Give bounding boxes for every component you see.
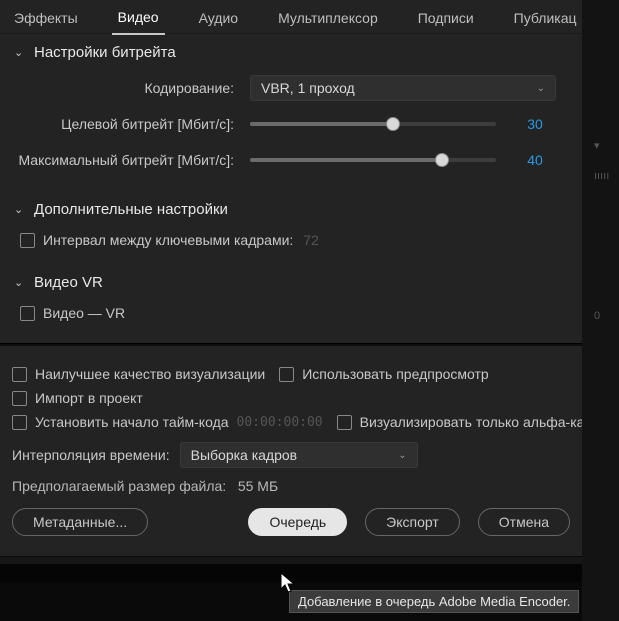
tab-effects[interactable]: Эффекты [8, 6, 84, 34]
timeline-marker: 0 [594, 310, 619, 323]
section-advanced-header[interactable]: ⌄ Дополнительные настройки [14, 201, 568, 218]
tab-bar: Эффекты Видео Аудио Мультиплексор Подпис… [0, 0, 582, 34]
export-options: Наилучшее качество визуализации Использо… [0, 346, 582, 556]
slider-thumb[interactable] [386, 117, 400, 131]
use-preview-checkbox[interactable] [279, 367, 294, 382]
use-preview-label[interactable]: Использовать предпросмотр [302, 366, 488, 382]
bottom-gap [0, 564, 582, 582]
estimated-size: Предполагаемый размер файла: 55 МБ [12, 478, 570, 494]
chevron-down-icon: ⌄ [537, 83, 545, 94]
keyframe-interval-label[interactable]: Интервал между ключевыми кадрами: [43, 232, 293, 248]
section-bitrate: ⌄ Настройки битрейта Кодирование: VBR, 1… [0, 34, 582, 191]
target-bitrate-slider[interactable] [250, 122, 496, 126]
section-vr-header[interactable]: ⌄ Видео VR [14, 274, 568, 291]
set-timecode-label[interactable]: Установить начало тайм-кода [35, 414, 229, 430]
section-advanced-title: Дополнительные настройки [34, 201, 228, 218]
footer-bar [0, 556, 582, 564]
timeline-strip: ▾ ııııı 0 [582, 0, 619, 621]
target-bitrate-value[interactable]: 30 [514, 116, 556, 132]
tab-audio[interactable]: Аудио [193, 6, 245, 34]
target-bitrate-label: Целевой битрейт [Мбит/с]: [14, 116, 250, 132]
encoding-value: VBR, 1 проход [261, 80, 355, 96]
timecode-value: 00:00:00:00 [237, 415, 323, 430]
cancel-button[interactable]: Отмена [478, 508, 570, 536]
encoding-select[interactable]: VBR, 1 проход ⌄ [250, 75, 556, 101]
export-button[interactable]: Экспорт [365, 508, 460, 536]
interpolation-value: Выборка кадров [191, 447, 298, 463]
chevron-down-icon: ⌄ [398, 450, 406, 461]
estimated-size-value: 55 МБ [238, 478, 278, 494]
metadata-button[interactable]: Метаданные... [12, 508, 148, 536]
vr-video-label[interactable]: Видео — VR [43, 305, 125, 321]
chevron-down-icon: ⌄ [14, 203, 28, 216]
tab-publish[interactable]: Публикац [508, 6, 583, 34]
section-bitrate-title: Настройки битрейта [34, 44, 176, 61]
encoding-label: Кодирование: [14, 80, 250, 96]
max-bitrate-slider[interactable] [250, 158, 496, 162]
tab-multiplexer[interactable]: Мультиплексор [272, 6, 384, 34]
chevron-down-icon: ⌄ [14, 276, 28, 289]
tab-video[interactable]: Видео [112, 5, 165, 35]
section-advanced: ⌄ Дополнительные настройки Интервал межд… [0, 191, 582, 264]
estimated-size-label: Предполагаемый размер файла: [12, 478, 226, 494]
interpolation-select[interactable]: Выборка кадров ⌄ [180, 442, 418, 468]
best-quality-label[interactable]: Наилучшее качество визуализации [35, 366, 265, 382]
section-vr-title: Видео VR [34, 274, 103, 291]
vr-video-checkbox[interactable] [20, 306, 35, 321]
keyframe-interval-value: 72 [303, 232, 319, 248]
section-vr: ⌄ Видео VR Видео — VR [0, 264, 582, 343]
queue-tooltip: Добавление в очередь Adobe Media Encoder… [289, 590, 579, 613]
slider-thumb[interactable] [435, 153, 449, 167]
max-bitrate-label: Максимальный битрейт [Мбит/с]: [14, 152, 250, 168]
section-bitrate-header[interactable]: ⌄ Настройки битрейта [14, 44, 568, 61]
timeline-ticks: ııııı [594, 170, 619, 183]
import-project-label[interactable]: Импорт в проект [35, 390, 143, 406]
alpha-only-label[interactable]: Визуализировать только альфа-кана [360, 414, 600, 430]
queue-button[interactable]: Очередь [248, 508, 347, 536]
timeline-caret-icon: ▾ [594, 140, 619, 153]
best-quality-checkbox[interactable] [12, 367, 27, 382]
chevron-down-icon: ⌄ [14, 46, 28, 59]
interpolation-label: Интерполяция времени: [12, 447, 170, 463]
import-project-checkbox[interactable] [12, 391, 27, 406]
alpha-only-checkbox[interactable] [337, 415, 352, 430]
max-bitrate-value[interactable]: 40 [514, 152, 556, 168]
set-timecode-checkbox[interactable] [12, 415, 27, 430]
tab-captions[interactable]: Подписи [412, 6, 480, 34]
keyframe-interval-checkbox[interactable] [20, 233, 35, 248]
